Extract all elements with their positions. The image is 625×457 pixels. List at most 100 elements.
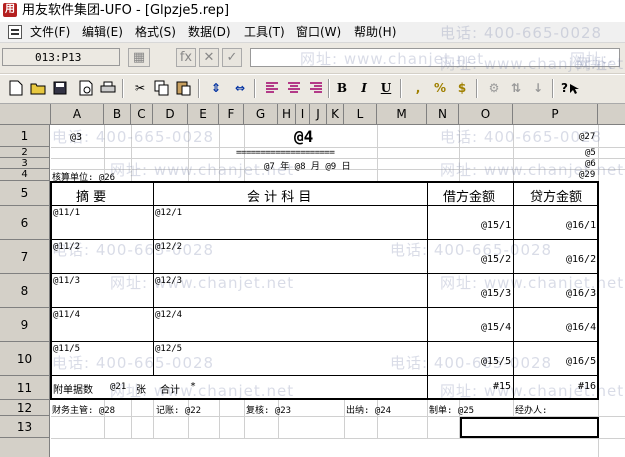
sort-descending-icon[interactable]: ↓ — [528, 78, 548, 98]
formula-input[interactable] — [250, 48, 620, 67]
row-header-2[interactable]: 2 — [0, 147, 50, 158]
row-header-12[interactable]: 12 — [0, 400, 50, 416]
finance-supervisor[interactable]: 财务主管: @28 — [52, 403, 115, 416]
column-header-h[interactable]: H — [278, 104, 296, 124]
header-credit[interactable]: 贷方金额 — [530, 186, 582, 205]
wizard-icon[interactable]: ⚙ — [484, 78, 504, 98]
fx-button[interactable]: fx — [176, 48, 196, 67]
row-header-13[interactable]: 13 — [0, 416, 50, 438]
cell-account-1[interactable]: @12/1 — [155, 208, 182, 218]
cell-p1[interactable]: @27 — [579, 132, 595, 142]
reviewer[interactable]: 复核: @23 — [246, 403, 291, 416]
row-header-7[interactable]: 7 — [0, 240, 50, 274]
menu-file[interactable]: 文件(F) — [28, 24, 72, 40]
row-height-icon[interactable]: ⇕ — [206, 78, 226, 98]
italic-button[interactable]: I — [354, 78, 374, 98]
row-header-10[interactable]: 10 — [0, 342, 50, 376]
row-header-6[interactable]: 6 — [0, 206, 50, 240]
print-preview-icon[interactable] — [76, 78, 96, 98]
new-file-icon[interactable] — [6, 78, 26, 98]
debit-total[interactable]: #15 — [493, 381, 511, 392]
total-marker[interactable]: * — [190, 381, 196, 392]
currency-style-button[interactable]: $ — [452, 78, 472, 98]
row-header-1[interactable]: 1 — [0, 125, 50, 147]
cell-account-4[interactable]: @12/4 — [155, 310, 182, 320]
open-folder-icon[interactable] — [28, 78, 48, 98]
document-menu-icon[interactable] — [8, 25, 22, 39]
column-header-j[interactable]: J — [310, 104, 327, 124]
cell-credit-4[interactable]: @16/4 — [566, 322, 596, 333]
cell-debit-1[interactable]: @15/1 — [481, 220, 511, 231]
cell-credit-1[interactable]: @16/1 — [566, 220, 596, 231]
menu-tools[interactable]: 工具(T) — [242, 24, 287, 40]
column-header-a[interactable]: A — [51, 104, 104, 124]
column-header-l[interactable]: L — [344, 104, 377, 124]
column-header-g[interactable]: G — [244, 104, 278, 124]
credit-total[interactable]: #16 — [578, 381, 596, 392]
cell-p4[interactable]: @29 — [579, 170, 595, 180]
menu-format[interactable]: 格式(S) — [133, 24, 178, 40]
cell-summary-2[interactable]: @11/2 — [53, 242, 80, 252]
cancel-button[interactable]: ✕ — [199, 48, 219, 67]
sort-icon[interactable]: ⇅ — [506, 78, 526, 98]
row-header-11[interactable]: 11 — [0, 376, 50, 400]
print-icon[interactable] — [98, 78, 118, 98]
column-header-e[interactable]: E — [188, 104, 219, 124]
menu-help[interactable]: 帮助(H) — [352, 24, 398, 40]
row-header-5[interactable]: 5 — [0, 181, 50, 206]
column-header-c[interactable]: C — [131, 104, 153, 124]
total-label[interactable]: 合计 — [160, 381, 180, 396]
column-header-m[interactable]: M — [377, 104, 427, 124]
cell-summary-1[interactable]: @11/1 — [53, 208, 80, 218]
voucher-title[interactable]: @4 — [294, 127, 313, 146]
cell-credit-3[interactable]: @16/3 — [566, 288, 596, 299]
paste-icon[interactable] — [174, 78, 194, 98]
confirm-button[interactable]: ✓ — [222, 48, 242, 67]
column-header-d[interactable]: D — [153, 104, 188, 124]
column-header-o[interactable]: O — [459, 104, 513, 124]
bookkeeper[interactable]: 记账: @22 — [156, 403, 201, 416]
help-pointer-icon[interactable]: ? — [560, 78, 580, 98]
attachments-label[interactable]: 附单据数 — [53, 381, 93, 396]
align-left-icon[interactable] — [262, 78, 282, 98]
column-header-p[interactable]: P — [513, 104, 598, 124]
voucher-date[interactable]: @7 年 @8 月 @9 日 — [264, 159, 351, 172]
cell-debit-3[interactable]: @15/3 — [481, 288, 511, 299]
percent-style-button[interactable]: % — [430, 78, 450, 98]
selected-cell[interactable] — [460, 417, 599, 438]
align-center-icon[interactable] — [284, 78, 304, 98]
row-header-9[interactable]: 9 — [0, 308, 50, 342]
preparer[interactable]: 制单: @25 — [429, 403, 474, 416]
cashier[interactable]: 出纳: @24 — [346, 403, 391, 416]
header-account[interactable]: 会 计 科 目 — [247, 186, 311, 205]
align-right-icon[interactable] — [306, 78, 326, 98]
column-header-k[interactable]: K — [327, 104, 344, 124]
header-summary[interactable]: 摘 要 — [76, 186, 106, 205]
column-header-n[interactable]: N — [427, 104, 459, 124]
menu-window[interactable]: 窗口(W) — [294, 24, 343, 40]
header-debit[interactable]: 借方金额 — [443, 186, 495, 205]
cell-summary-4[interactable]: @11/4 — [53, 310, 80, 320]
cell-credit-2[interactable]: @16/2 — [566, 254, 596, 265]
underline-button[interactable]: U — [376, 78, 396, 98]
cell-summary-3[interactable]: @11/3 — [53, 276, 80, 286]
cell-account-3[interactable]: @12/3 — [155, 276, 182, 286]
column-header-f[interactable]: F — [219, 104, 244, 124]
cell-credit-5[interactable]: @16/5 — [566, 356, 596, 367]
menu-data[interactable]: 数据(D) — [186, 24, 233, 40]
comma-style-button[interactable]: , — [408, 78, 428, 98]
column-width-icon[interactable]: ⇔ — [230, 78, 250, 98]
cell-summary-5[interactable]: @11/5 — [53, 344, 80, 354]
grid-icon[interactable]: ▦ — [128, 48, 150, 67]
cut-icon[interactable]: ✂ — [130, 78, 150, 98]
save-icon[interactable] — [50, 78, 70, 98]
row-header-4[interactable]: 4 — [0, 169, 50, 181]
cell-debit-5[interactable]: @15/5 — [481, 356, 511, 367]
copy-icon[interactable] — [152, 78, 172, 98]
attachments-unit[interactable]: 张 — [136, 381, 146, 396]
cell-debit-2[interactable]: @15/2 — [481, 254, 511, 265]
cell-account-2[interactable]: @12/2 — [155, 242, 182, 252]
cell-p3[interactable]: @6 — [585, 159, 596, 169]
cell-p2[interactable]: @5 — [585, 148, 596, 158]
cell-reference-box[interactable]: 013:P13 — [2, 48, 120, 66]
